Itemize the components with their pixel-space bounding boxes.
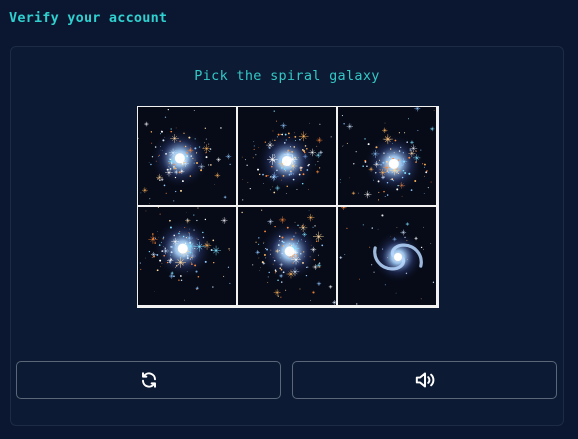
page-title: Verify your account (9, 10, 168, 26)
captcha-image-grid (137, 106, 439, 308)
starburst-galaxy-image (138, 207, 236, 305)
starburst-galaxy-image (138, 107, 236, 205)
audio-button[interactable] (292, 361, 557, 399)
starburst-galaxy-image (238, 207, 336, 305)
captcha-tile-5[interactable] (238, 207, 336, 305)
refresh-button[interactable] (16, 361, 281, 399)
captcha-card: Pick the spiral galaxy (10, 46, 564, 426)
speaker-icon (414, 371, 436, 389)
spiral-galaxy-image (338, 207, 436, 305)
captcha-tile-4[interactable] (138, 207, 236, 305)
captcha-tile-6[interactable] (338, 207, 436, 305)
captcha-tile-3[interactable] (338, 107, 436, 205)
starburst-galaxy-image (338, 107, 436, 205)
starburst-galaxy-image (238, 107, 336, 205)
refresh-icon (140, 371, 158, 389)
captcha-prompt: Pick the spiral galaxy (194, 68, 380, 84)
captcha-tile-1[interactable] (138, 107, 236, 205)
captcha-tile-2[interactable] (238, 107, 336, 205)
